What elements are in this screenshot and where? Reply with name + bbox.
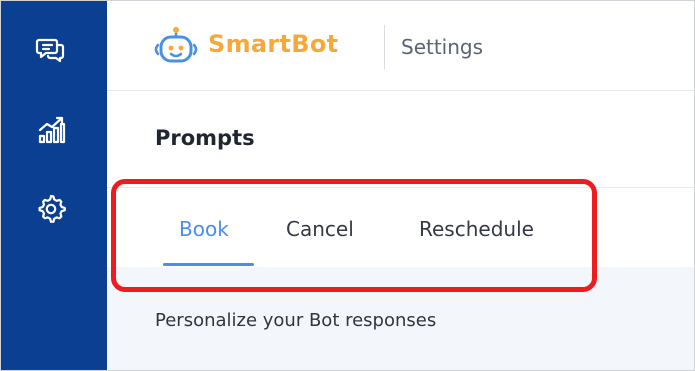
gear-icon[interactable] — [34, 191, 68, 225]
prompt-tabs: Book Cancel Reschedule — [155, 189, 615, 267]
sidebar — [1, 1, 107, 370]
title-divider — [107, 187, 694, 188]
main-content: SmartBot Settings Prompts Book Cancel Re… — [107, 1, 694, 370]
robot-icon — [151, 25, 201, 67]
tab-reschedule[interactable]: Reschedule — [419, 217, 534, 241]
app-window: SmartBot Settings Prompts Book Cancel Re… — [0, 0, 695, 371]
chat-icon[interactable] — [34, 33, 68, 67]
tab-book[interactable]: Book — [179, 217, 229, 241]
top-bar: SmartBot Settings — [107, 1, 694, 91]
page-section-title: Settings — [401, 35, 484, 59]
tab-cancel[interactable]: Cancel — [286, 217, 354, 241]
page-title: Prompts — [155, 126, 255, 150]
header-divider — [384, 25, 385, 69]
active-tab-indicator — [163, 263, 254, 266]
analytics-icon[interactable] — [34, 113, 68, 147]
section-description: Personalize your Bot responses — [155, 310, 437, 331]
brand-name: SmartBot — [208, 30, 339, 58]
